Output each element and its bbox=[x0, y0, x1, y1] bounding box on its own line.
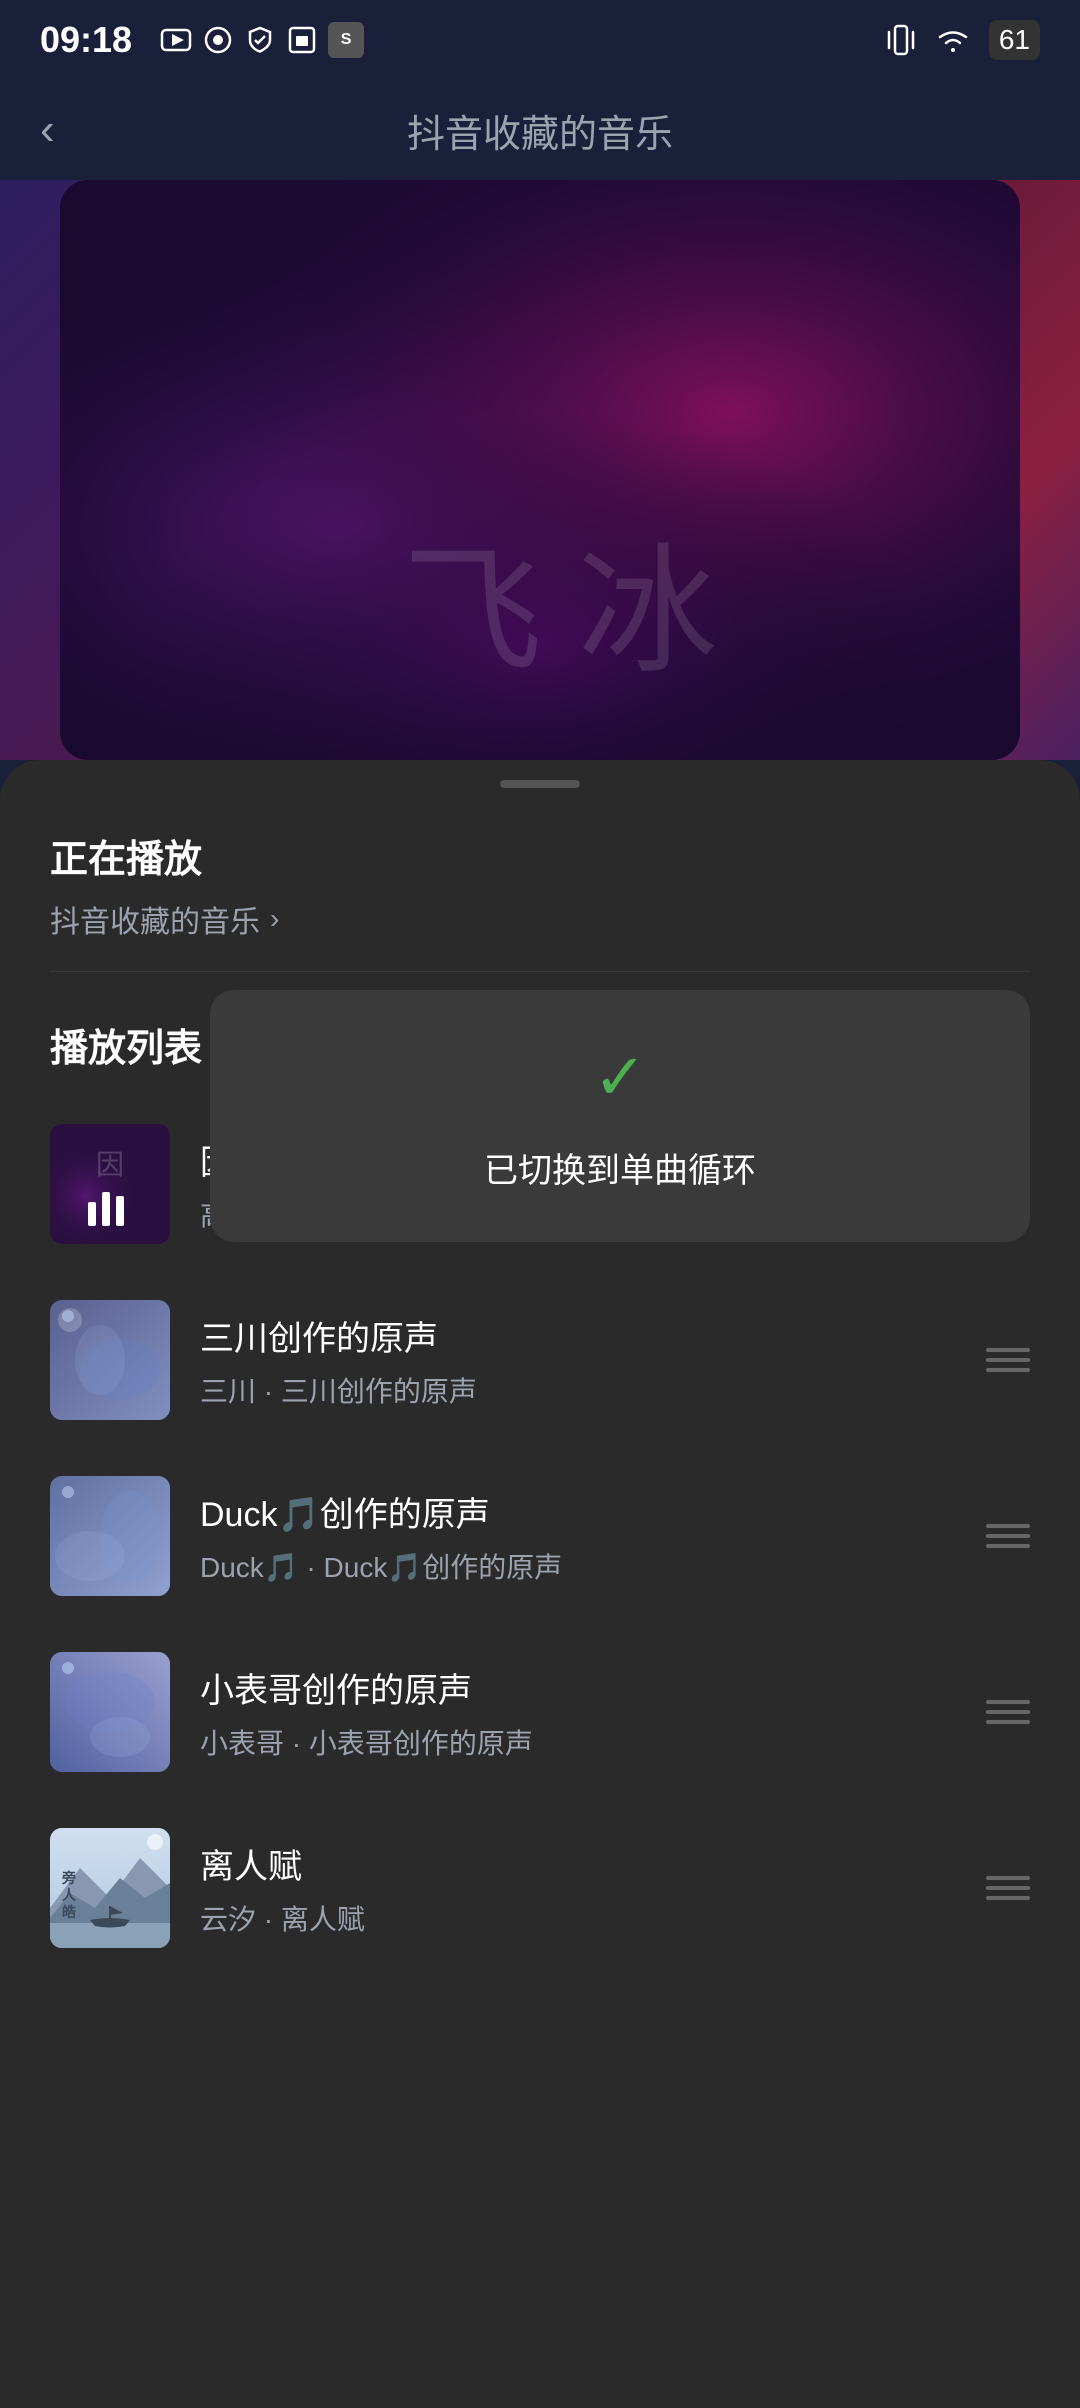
drag-line bbox=[986, 1348, 1030, 1352]
drag-line bbox=[986, 1358, 1030, 1362]
track-thumbnail bbox=[50, 1476, 170, 1596]
media2-icon bbox=[202, 24, 234, 56]
media-icon bbox=[160, 24, 192, 56]
vibrate-icon bbox=[885, 22, 917, 58]
track-thumbnail bbox=[50, 1300, 170, 1420]
track-item[interactable]: 三川创作的原声 三川 · 三川创作的原声 bbox=[0, 1272, 1080, 1448]
now-playing-playlist-name: 抖音收藏的音乐 bbox=[50, 897, 260, 941]
track-title: 离人赋 bbox=[200, 1839, 956, 1888]
battery-level: 61 bbox=[999, 24, 1030, 56]
track-title: Duck🎵创作的原声 bbox=[200, 1487, 956, 1536]
track-art-2 bbox=[50, 1300, 170, 1420]
drag-line bbox=[986, 1710, 1030, 1714]
page-title: 抖音收藏的音乐 bbox=[407, 103, 673, 158]
track-title: 小表哥创作的原声 bbox=[200, 1663, 956, 1712]
drag-handle[interactable] bbox=[986, 1700, 1030, 1724]
drag-line bbox=[986, 1544, 1030, 1548]
track-art-4 bbox=[50, 1652, 170, 1772]
svg-text:人: 人 bbox=[62, 1887, 77, 1904]
bottom-sheet: 正在播放 抖音收藏的音乐 › 播放列表 ↻ 单曲循环 ✓ 已切换到单曲循环 因 bbox=[0, 760, 1080, 2408]
track-artist: 云汐 · 离人赋 bbox=[200, 1898, 956, 1938]
svg-text:飞 冰: 飞 冰 bbox=[402, 536, 717, 691]
track-thumbnail bbox=[50, 1652, 170, 1772]
playlist-label: 播放列表 bbox=[50, 1017, 202, 1072]
wifi-icon bbox=[933, 22, 973, 58]
track-art-5: 旁 人 皓 bbox=[50, 1828, 170, 1948]
track-item[interactable]: 小表哥创作的原声 小表哥 · 小表哥创作的原声 bbox=[0, 1624, 1080, 1800]
status-app-icons: S bbox=[160, 22, 364, 58]
track-info: 离人赋 云汐 · 离人赋 bbox=[200, 1839, 956, 1938]
track-info: 小表哥创作的原声 小表哥 · 小表哥创作的原声 bbox=[200, 1663, 956, 1762]
track-art-3 bbox=[50, 1476, 170, 1596]
drag-line bbox=[986, 1368, 1030, 1372]
track-item[interactable]: Duck🎵创作的原声 Duck🎵 · Duck🎵创作的原声 bbox=[0, 1448, 1080, 1624]
back-button[interactable]: ‹ bbox=[40, 105, 55, 155]
soul-icon: S bbox=[328, 22, 364, 58]
album-background: 飞 冰 bbox=[0, 180, 1080, 760]
album-card: 飞 冰 bbox=[60, 180, 1020, 760]
svg-text:旁: 旁 bbox=[61, 1870, 76, 1887]
now-playing-subtitle[interactable]: 抖音收藏的音乐 › bbox=[50, 897, 1030, 941]
album-art: 飞 冰 bbox=[60, 180, 1020, 760]
sim-icon bbox=[286, 24, 318, 56]
status-left: 09:18 S bbox=[40, 19, 364, 61]
drag-line bbox=[986, 1896, 1030, 1900]
track-info: 三川创作的原声 三川 · 三川创作的原声 bbox=[200, 1311, 956, 1410]
drag-line bbox=[986, 1720, 1030, 1724]
drag-handle[interactable] bbox=[986, 1348, 1030, 1372]
shield-icon bbox=[244, 24, 276, 56]
drag-handle[interactable] bbox=[986, 1524, 1030, 1548]
battery-indicator: 61 bbox=[989, 20, 1040, 60]
toast-message: 已切换到单曲循环 bbox=[484, 1143, 756, 1192]
sheet-handle bbox=[500, 780, 580, 788]
toast-popup: ✓ 已切换到单曲循环 bbox=[210, 990, 1030, 1242]
svg-text:皓: 皓 bbox=[62, 1904, 76, 1921]
track-thumbnail: 因 bbox=[50, 1124, 170, 1244]
drag-line bbox=[986, 1534, 1030, 1538]
track-artist: 三川 · 三川创作的原声 bbox=[200, 1370, 956, 1410]
chevron-right-icon: › bbox=[270, 903, 279, 935]
track-title: 三川创作的原声 bbox=[200, 1311, 956, 1360]
track-thumbnail: 旁 人 皓 bbox=[50, 1828, 170, 1948]
drag-line bbox=[986, 1524, 1030, 1528]
drag-line bbox=[986, 1700, 1030, 1704]
now-playing-label: 正在播放 bbox=[50, 828, 1030, 883]
drag-line bbox=[986, 1886, 1030, 1890]
status-right: 61 bbox=[885, 20, 1040, 60]
track-artist: Duck🎵 · Duck🎵创作的原声 bbox=[200, 1546, 956, 1586]
svg-text:因: 因 bbox=[96, 1150, 124, 1181]
status-bar: 09:18 S 61 bbox=[0, 0, 1080, 80]
drag-line bbox=[986, 1876, 1030, 1880]
track-item[interactable]: 旁 人 皓 离人赋 云汐 · 离人赋 bbox=[0, 1800, 1080, 1976]
drag-handle[interactable] bbox=[986, 1876, 1030, 1900]
checkmark-icon: ✓ bbox=[593, 1040, 647, 1115]
status-time: 09:18 bbox=[40, 19, 132, 61]
album-area: 飞 冰 bbox=[0, 180, 1080, 760]
header: ‹ 抖音收藏的音乐 bbox=[0, 80, 1080, 180]
now-playing-section: 正在播放 抖音收藏的音乐 › bbox=[0, 788, 1080, 971]
track-info: Duck🎵创作的原声 Duck🎵 · Duck🎵创作的原声 bbox=[200, 1487, 956, 1586]
track-art-1: 因 bbox=[50, 1124, 170, 1244]
track-artist: 小表哥 · 小表哥创作的原声 bbox=[200, 1722, 956, 1762]
